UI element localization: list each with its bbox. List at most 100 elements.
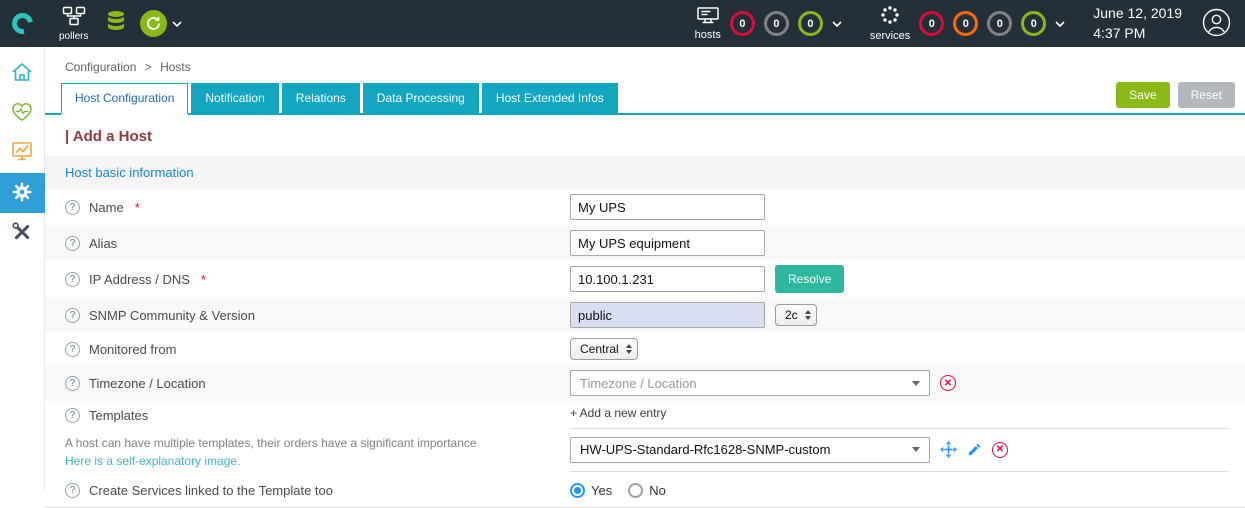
required-asterisk: * [201, 272, 206, 287]
templates-label: Templates [89, 408, 148, 423]
user-icon [1202, 8, 1231, 40]
sync-icon [140, 10, 167, 37]
templates-note-text: A host can have multiple templates, thei… [65, 436, 477, 450]
tab-host-configuration[interactable]: Host Configuration [61, 83, 188, 115]
services-warning-badge[interactable]: 0 [953, 11, 978, 36]
reset-button[interactable]: Reset [1178, 82, 1235, 108]
tab-host-extended-infos[interactable]: Host Extended Infos [482, 83, 618, 113]
snmp-community-input[interactable] [570, 302, 765, 328]
hosts-icon [697, 7, 719, 27]
database-status-button[interactable] [106, 10, 126, 37]
breadcrumb-hosts[interactable]: Hosts [160, 60, 191, 74]
tab-notification[interactable]: Notification [191, 83, 278, 113]
clock: June 12, 2019 4:37 PM [1093, 4, 1182, 43]
pollers-label: pollers [59, 31, 88, 42]
home-icon [11, 62, 33, 85]
sidebar-item-reporting[interactable] [0, 133, 45, 173]
form-actions: Save Reset [1116, 82, 1235, 113]
help-icon[interactable]: ? [65, 200, 80, 215]
snmp-version-value: 2c [785, 308, 798, 322]
centreon-logo[interactable] [0, 0, 45, 47]
name-label: Name [89, 200, 124, 215]
centreon-logo-mark [8, 9, 37, 38]
sync-status-button[interactable] [140, 10, 182, 37]
chevron-down-icon [912, 381, 920, 386]
hosts-status-group: hosts 0 0 0 [695, 7, 842, 41]
add-template-entry-link[interactable]: + Add a new entry [570, 406, 666, 420]
main-content: Configuration > Hosts Host Configuration… [45, 47, 1245, 508]
services-unknown-badge[interactable]: 0 [987, 11, 1012, 36]
required-asterisk: * [135, 200, 140, 215]
help-icon[interactable]: ? [65, 376, 80, 391]
database-icon [106, 10, 126, 37]
form-row-alias: ? Alias [45, 225, 1245, 261]
tab-data-processing[interactable]: Data Processing [363, 83, 479, 113]
current-date: June 12, 2019 [1093, 4, 1182, 24]
move-icon[interactable] [940, 441, 957, 458]
pollers-button[interactable]: pollers [59, 6, 88, 42]
alias-input[interactable] [570, 230, 765, 256]
help-icon[interactable]: ? [65, 308, 80, 323]
hosts-unreachable-badge[interactable]: 0 [764, 11, 789, 36]
page-title: | Add a Host [45, 115, 1245, 156]
alias-label: Alias [89, 236, 117, 251]
hosts-label: hosts [695, 29, 721, 41]
tab-bar: Host Configuration Notification Relation… [45, 82, 1245, 115]
hosts-up-badge[interactable]: 0 [798, 11, 823, 36]
snmp-version-select[interactable]: 2c [775, 304, 817, 326]
ip-input[interactable] [570, 266, 765, 292]
hosts-down-badge[interactable]: 0 [730, 11, 755, 36]
help-icon[interactable]: ? [65, 272, 80, 287]
resolve-button[interactable]: Resolve [775, 265, 844, 293]
monitored-from-select[interactable]: Central [570, 338, 638, 360]
help-icon[interactable]: ? [65, 342, 80, 357]
form-row-snmp: ? SNMP Community & Version 2c [45, 297, 1245, 333]
template-value: HW-UPS-Standard-Rfc1628-SNMP-custom [580, 442, 830, 457]
form-row-template-entry: A host can have multiple templates, thei… [45, 429, 1245, 474]
chevron-down-icon[interactable] [832, 21, 842, 27]
gear-icon [12, 182, 32, 205]
sidebar-item-monitoring[interactable] [0, 93, 45, 133]
services-menu-button[interactable]: services [870, 5, 910, 42]
help-icon[interactable]: ? [65, 236, 80, 251]
topbar: pollers [0, 0, 1245, 47]
user-menu-button[interactable] [1202, 8, 1231, 40]
save-button[interactable]: Save [1116, 82, 1169, 108]
chevron-down-icon [912, 447, 920, 452]
monitored-from-value: Central [580, 342, 619, 356]
name-input[interactable] [570, 194, 765, 220]
services-ok-badge[interactable]: 0 [1021, 11, 1046, 36]
monitored-from-label: Monitored from [89, 342, 176, 357]
breadcrumb-configuration[interactable]: Configuration [65, 60, 136, 74]
heartbeat-icon [11, 102, 33, 125]
pencil-icon[interactable] [967, 442, 982, 457]
snmp-label: SNMP Community & Version [89, 308, 255, 323]
help-icon[interactable]: ? [65, 408, 80, 423]
breadcrumb-separator: > [145, 60, 152, 74]
template-combobox[interactable]: HW-UPS-Standard-Rfc1628-SNMP-custom [570, 437, 930, 463]
templates-note-link[interactable]: Here is a self-explanatory image. [65, 454, 240, 468]
delete-circle-icon[interactable]: ✕ [940, 375, 956, 391]
pollers-icon [62, 6, 86, 29]
form-row-ip: ? IP Address / DNS * Resolve [45, 261, 1245, 297]
sidebar-item-administration[interactable] [0, 213, 45, 253]
chevron-down-icon [172, 21, 182, 27]
sidebar [0, 47, 45, 491]
hosts-menu-button[interactable]: hosts [695, 7, 721, 41]
tab-relations[interactable]: Relations [282, 83, 360, 113]
chevron-down-icon[interactable] [1055, 21, 1065, 27]
services-label: services [870, 30, 910, 42]
services-critical-badge[interactable]: 0 [919, 11, 944, 36]
sidebar-item-configuration[interactable] [0, 173, 45, 213]
sidebar-item-home[interactable] [0, 53, 45, 93]
section-host-basic-information: Host basic information [45, 156, 1245, 189]
centreon-app: pollers [0, 0, 1245, 491]
services-status-group: services 0 0 0 0 [870, 5, 1065, 42]
form-row-create-services: ? Create Services linked to the Template… [45, 474, 1245, 508]
delete-circle-icon[interactable]: ✕ [992, 442, 1008, 458]
chart-icon [12, 142, 32, 165]
timezone-placeholder: Timezone / Location [580, 376, 697, 391]
form-row-timezone: ? Timezone / Location Timezone / Locatio… [45, 365, 1245, 401]
timezone-label: Timezone / Location [89, 376, 206, 391]
timezone-combobox[interactable]: Timezone / Location [570, 370, 930, 396]
